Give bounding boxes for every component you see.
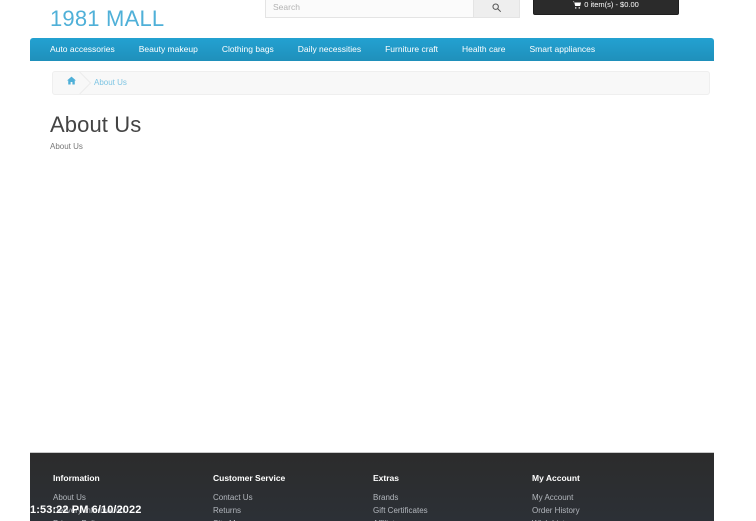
page-root: 1981 MALL Search 0 item(s) - $0.00 Auto … — [0, 0, 756, 521]
clock-overlay: 1:53:22 PM 6/10/2022 — [30, 504, 142, 516]
search-input[interactable] — [265, 0, 473, 18]
search-button[interactable] — [473, 0, 520, 18]
footer-heading-customer-service: Customer Service — [213, 473, 286, 483]
nav-item-beauty-makeup[interactable]: Beauty makeup — [127, 38, 210, 61]
nav-item-daily-necessities[interactable]: Daily necessities — [286, 38, 373, 61]
footer-column-my-account: My Account My Account Order History Wish… — [532, 473, 580, 521]
footer-link-gift-certificates[interactable]: Gift Certificates — [373, 504, 428, 517]
cart-area: 0 item(s) - $0.00 — [533, 0, 679, 15]
breadcrumb-home-link[interactable] — [61, 71, 88, 95]
site-logo[interactable]: 1981 MALL — [50, 7, 164, 31]
home-icon — [67, 76, 76, 87]
nav-item-auto-accessories[interactable]: Auto accessories — [38, 38, 127, 61]
nav-item-smart-appliances[interactable]: Smart appliances — [517, 38, 607, 61]
nav-item-clothing-bags[interactable]: Clothing bags — [210, 38, 286, 61]
footer-link-wish-list[interactable]: Wish List — [532, 517, 580, 521]
nav-item-furniture-craft[interactable]: Furniture craft — [373, 38, 450, 61]
footer-heading-my-account: My Account — [532, 473, 580, 483]
search-icon — [492, 2, 501, 12]
cart-total-label: 0 item(s) - $0.00 — [584, 0, 639, 9]
page-body-text: About Us — [50, 142, 83, 151]
footer-link-my-account[interactable]: My Account — [532, 491, 580, 504]
footer-link-order-history[interactable]: Order History — [532, 504, 580, 517]
footer-link-contact-us[interactable]: Contact Us — [213, 491, 285, 504]
shopping-cart-icon — [573, 1, 582, 9]
footer-link-privacy-policy[interactable]: Privacy Policy — [53, 517, 124, 521]
footer-link-brands[interactable]: Brands — [373, 491, 428, 504]
footer-link-returns[interactable]: Returns — [213, 504, 285, 517]
main-content: About Us About Us — [30, 104, 714, 164]
breadcrumb: About Us — [52, 71, 710, 95]
site-header: 1981 MALL Search 0 item(s) - $0.00 — [30, 0, 714, 38]
footer-column-extras: Extras Brands Gift Certificates Affiliat… — [373, 473, 428, 521]
footer-column-customer-service: Customer Service Contact Us Returns Site… — [213, 473, 285, 521]
footer-link-affiliate[interactable]: Affiliate — [373, 517, 428, 521]
search-box — [265, 0, 520, 18]
page-title: About Us — [50, 112, 142, 137]
cart-button[interactable]: 0 item(s) - $0.00 — [533, 0, 679, 15]
footer-heading-extras: Extras — [373, 473, 399, 483]
nav-item-health-care[interactable]: Health care — [450, 38, 517, 61]
footer-heading-information: Information — [53, 473, 100, 483]
main-navigation: Auto accessories Beauty makeup Clothing … — [30, 38, 714, 61]
breadcrumb-item-about-us[interactable]: About Us — [88, 71, 139, 95]
footer-link-site-map[interactable]: Site Map — [213, 517, 285, 521]
breadcrumb-region: About Us — [30, 71, 714, 95]
